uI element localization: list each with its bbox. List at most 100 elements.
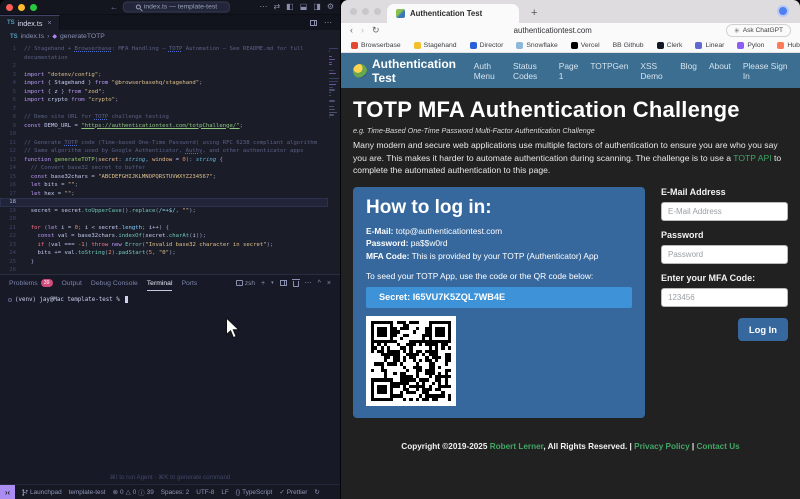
- nav-link-status-codes[interactable]: Status Codes: [513, 61, 547, 81]
- nav-link-about[interactable]: About: [709, 61, 731, 81]
- code-line[interactable]: 7: [0, 105, 328, 114]
- browser-tab[interactable]: Authentication Test: [387, 4, 519, 23]
- back-icon[interactable]: ‹: [350, 26, 353, 35]
- contact-us-link[interactable]: Contact Us: [696, 442, 739, 451]
- bookmark-snowflake[interactable]: Snowflake: [516, 42, 557, 49]
- minimap[interactable]: [328, 43, 340, 274]
- ask-chatgpt-button[interactable]: ✳ Ask ChatGPT: [726, 24, 791, 37]
- sign-in-link[interactable]: Please Sign In: [743, 61, 788, 81]
- layout-panel-icon[interactable]: ⬓: [300, 3, 308, 11]
- breadcrumb[interactable]: TS index.ts › ◆ generateTOTP: [0, 30, 340, 43]
- panel-tab-problems[interactable]: Problems39: [9, 275, 53, 291]
- code-line[interactable]: 12// Same algorithm used by Google Authe…: [0, 147, 328, 156]
- code-line[interactable]: 21 for (let i = 0; i < secret.length; i+…: [0, 224, 328, 233]
- encoding-item[interactable]: UTF-8: [196, 489, 214, 496]
- code-line[interactable]: 18: [0, 198, 328, 207]
- git-branch-item[interactable]: Launchpad: [22, 489, 62, 496]
- panel-tab-terminal[interactable]: Terminal: [147, 275, 173, 291]
- code-line[interactable]: 4import { Stagehand } from "@browserbase…: [0, 79, 328, 88]
- zoom-window-button[interactable]: [374, 8, 381, 15]
- terminal[interactable]: (venv) jay@Mac template-test %: [0, 291, 340, 308]
- nav-link-blog[interactable]: Blog: [680, 61, 697, 81]
- code-line[interactable]: 16 let bits = "";: [0, 181, 328, 190]
- minimize-window-button[interactable]: [362, 8, 369, 15]
- bookmark-linear[interactable]: Linear: [695, 42, 724, 49]
- layout-sidebar-icon[interactable]: ◧: [286, 3, 294, 11]
- code-line[interactable]: 23 if (val === -1) throw new Error("Inva…: [0, 241, 328, 250]
- panel-tab-ports[interactable]: Ports: [181, 275, 197, 291]
- remote-indicator-icon[interactable]: ›‹: [0, 485, 15, 499]
- kill-terminal-icon[interactable]: [293, 281, 299, 287]
- editor-more-icon[interactable]: ⋯: [324, 18, 332, 27]
- minimize-window-button[interactable]: [18, 4, 25, 11]
- code-line[interactable]: 13function generateTOTP(secret: string, …: [0, 156, 328, 165]
- split-terminal-icon[interactable]: [280, 280, 287, 286]
- code-line[interactable]: 15 const base32chars = "ABCDEFGHIJKLMNOP…: [0, 173, 328, 182]
- code-line[interactable]: 3import "dotenv/config";: [0, 71, 328, 80]
- password-input[interactable]: [661, 245, 788, 264]
- code-line[interactable]: 11// Generate TOTP code (Time-based One-…: [0, 139, 328, 148]
- totp-api-link[interactable]: TOTP API: [733, 153, 771, 163]
- shell-selector[interactable]: › zsh: [236, 280, 255, 287]
- code-line[interactable]: documentation: [0, 54, 328, 63]
- breadcrumb-symbol[interactable]: generateTOTP: [60, 33, 105, 40]
- forward-icon[interactable]: ›: [361, 26, 364, 35]
- nav-link-page-1[interactable]: Page 1: [559, 61, 579, 81]
- code-line[interactable]: 22 const val = base32chars.indexOf(secre…: [0, 232, 328, 241]
- address-bar[interactable]: authenticationtest.com: [388, 26, 718, 35]
- code-line[interactable]: 26: [0, 266, 328, 274]
- zoom-window-button[interactable]: [30, 4, 37, 11]
- terminal-dropdown-icon[interactable]: ▾: [271, 280, 274, 286]
- new-terminal-icon[interactable]: +: [261, 280, 265, 287]
- more-icon[interactable]: ⋯: [259, 3, 267, 11]
- author-link[interactable]: Robert Lerner: [490, 442, 544, 451]
- email-input[interactable]: [661, 202, 788, 221]
- eol-item[interactable]: LF: [221, 489, 228, 496]
- close-panel-icon[interactable]: ×: [327, 280, 331, 287]
- settings-gear-icon[interactable]: ⚙: [327, 3, 334, 11]
- project-name-item[interactable]: template-test: [69, 489, 106, 496]
- language-mode-item[interactable]: {} TypeScript: [236, 489, 273, 496]
- bookmark-stagehand[interactable]: Stagehand: [414, 42, 457, 49]
- tab-close-icon[interactable]: ×: [47, 20, 51, 27]
- code-line[interactable]: 1// Stagehand + Browserbase: MFA Handlin…: [0, 45, 328, 54]
- diagnostics-item[interactable]: ⊗0 △0 ⓘ39: [113, 487, 154, 497]
- log-in-button[interactable]: Log In: [738, 318, 788, 341]
- bookmark-browserbase[interactable]: Browserbase: [351, 42, 401, 49]
- back-icon[interactable]: ←: [110, 3, 118, 11]
- privacy-policy-link[interactable]: Privacy Policy: [634, 442, 690, 451]
- panel-more-icon[interactable]: ⋯: [305, 279, 312, 287]
- formatter-item[interactable]: ✓ Prettier: [279, 488, 307, 496]
- sync-arrows-icon[interactable]: ⇄: [273, 3, 280, 11]
- code-line[interactable]: 19 secret = secret.toUpperCase().replace…: [0, 207, 328, 216]
- indentation-item[interactable]: Spaces: 2: [161, 489, 189, 496]
- code-line[interactable]: 2: [0, 62, 328, 71]
- nav-link-totpgen[interactable]: TOTPGen: [590, 61, 628, 81]
- command-center-pill[interactable]: index.ts — template-test: [123, 2, 230, 13]
- code-line[interactable]: 10: [0, 130, 328, 139]
- code-line[interactable]: 20: [0, 215, 328, 224]
- close-window-button[interactable]: [350, 8, 357, 15]
- site-brand[interactable]: Authentication Test: [353, 57, 462, 85]
- panel-tab-output[interactable]: Output: [62, 275, 82, 291]
- nav-link-auth-menu[interactable]: Auth Menu: [474, 61, 501, 81]
- bookmark-bb-github[interactable]: BB Github: [613, 42, 644, 49]
- code-line[interactable]: 14 // Convert base32 secret to buffer: [0, 164, 328, 173]
- code-line[interactable]: 8// Demo site URL for TOTP challenge tes…: [0, 113, 328, 122]
- nav-link-xss-demo[interactable]: XSS Demo: [640, 61, 668, 81]
- maximize-panel-icon[interactable]: ^: [318, 280, 321, 287]
- code-line[interactable]: 9const DEMO_URL = "https://authenticatio…: [0, 122, 328, 131]
- mfa-code-input[interactable]: [661, 288, 788, 307]
- layout-secondary-icon[interactable]: ◨: [313, 3, 321, 11]
- code-editor[interactable]: 1// Stagehand + Browserbase: MFA Handlin…: [0, 43, 340, 274]
- code-line[interactable]: 5import { z } from "zod";: [0, 88, 328, 97]
- bookmark-vercel[interactable]: Vercel: [571, 42, 600, 49]
- code-line[interactable]: 24 bits += val.toString(2).padStart(5, "…: [0, 249, 328, 258]
- bookmark-hubspot[interactable]: HubSpot: [777, 42, 800, 49]
- code-line[interactable]: 25 }: [0, 258, 328, 267]
- split-editor-icon[interactable]: [310, 20, 317, 26]
- profile-avatar[interactable]: [777, 5, 789, 17]
- code-line[interactable]: 6import crypto from "crypto";: [0, 96, 328, 105]
- breadcrumb-file[interactable]: index.ts: [21, 33, 44, 40]
- panel-tab-debug-console[interactable]: Debug Console: [91, 275, 138, 291]
